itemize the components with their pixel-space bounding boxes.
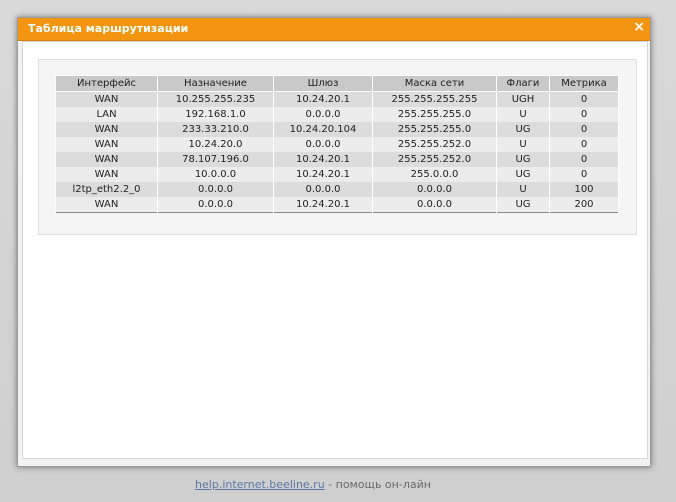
cell-metric: 0 [549, 167, 619, 182]
cell-netmask: 255.0.0.0 [372, 167, 497, 182]
cell-interface: l2tp_eth2.2_0 [55, 182, 158, 197]
cell-destination: 10.0.0.0 [157, 167, 274, 182]
cell-gateway: 0.0.0.0 [273, 182, 373, 197]
cell-flags: UG [496, 197, 550, 213]
cell-gateway: 10.24.20.1 [273, 91, 373, 107]
table-row: WAN 233.33.210.0 10.24.20.104 255.255.25… [55, 122, 619, 137]
column-header-gateway: Шлюз [273, 75, 373, 92]
routes-panel: Интерфейс Назначение Шлюз Маска сети Фла… [38, 59, 637, 235]
cell-interface: WAN [55, 197, 158, 213]
cell-netmask: 0.0.0.0 [372, 197, 497, 213]
column-header-destination: Назначение [157, 75, 274, 92]
cell-destination: 10.255.255.235 [157, 91, 274, 107]
table-row: WAN 10.255.255.235 10.24.20.1 255.255.25… [55, 91, 619, 107]
footer: help.internet.beeline.ru - помощь он-лай… [0, 478, 676, 491]
column-header-interface: Интерфейс [55, 75, 158, 92]
column-header-flags: Флаги [496, 75, 550, 92]
cell-metric: 0 [549, 107, 619, 122]
cell-netmask: 255.255.255.255 [372, 91, 497, 107]
cell-metric: 0 [549, 122, 619, 137]
cell-flags: U [496, 182, 550, 197]
cell-interface: WAN [55, 167, 158, 182]
cell-netmask: 0.0.0.0 [372, 182, 497, 197]
cell-flags: U [496, 107, 550, 122]
cell-interface: LAN [55, 107, 158, 122]
cell-flags: U [496, 137, 550, 152]
cell-destination: 10.24.20.0 [157, 137, 274, 152]
cell-destination: 78.107.196.0 [157, 152, 274, 167]
cell-flags: UG [496, 167, 550, 182]
cell-flags: UG [496, 122, 550, 137]
cell-metric: 0 [549, 137, 619, 152]
table-row: WAN 10.0.0.0 10.24.20.1 255.0.0.0 UG 0 [55, 167, 619, 182]
cell-destination: 0.0.0.0 [157, 182, 274, 197]
cell-flags: UG [496, 152, 550, 167]
cell-destination: 192.168.1.0 [157, 107, 274, 122]
table-row: l2tp_eth2.2_0 0.0.0.0 0.0.0.0 0.0.0.0 U … [55, 182, 619, 197]
routing-table-dialog: Таблица маршрутизации × Интерфейс Назнач… [17, 17, 651, 467]
cell-gateway: 10.24.20.104 [273, 122, 373, 137]
cell-metric: 100 [549, 182, 619, 197]
cell-metric: 0 [549, 152, 619, 167]
dialog-titlebar[interactable]: Таблица маршрутизации × [18, 18, 650, 41]
cell-gateway: 0.0.0.0 [273, 137, 373, 152]
help-link[interactable]: help.internet.beeline.ru [195, 478, 325, 491]
cell-netmask: 255.255.255.0 [372, 107, 497, 122]
cell-interface: WAN [55, 152, 158, 167]
cell-netmask: 255.255.252.0 [372, 152, 497, 167]
table-row: WAN 0.0.0.0 10.24.20.1 0.0.0.0 UG 200 [55, 197, 619, 213]
close-icon[interactable]: × [633, 19, 645, 35]
table-header-row: Интерфейс Назначение Шлюз Маска сети Фла… [55, 75, 619, 92]
routing-table: Интерфейс Назначение Шлюз Маска сети Фла… [55, 75, 619, 213]
column-header-netmask: Маска сети [372, 75, 497, 92]
cell-netmask: 255.255.255.0 [372, 122, 497, 137]
cell-gateway: 10.24.20.1 [273, 152, 373, 167]
cell-interface: WAN [55, 91, 158, 107]
cell-destination: 233.33.210.0 [157, 122, 274, 137]
column-header-metric: Метрика [549, 75, 619, 92]
dialog-content: Интерфейс Назначение Шлюз Маска сети Фла… [22, 41, 648, 459]
table-row: WAN 10.24.20.0 0.0.0.0 255.255.252.0 U 0 [55, 137, 619, 152]
cell-gateway: 0.0.0.0 [273, 107, 373, 122]
cell-flags: UGH [496, 91, 550, 107]
table-row: WAN 78.107.196.0 10.24.20.1 255.255.252.… [55, 152, 619, 167]
cell-metric: 0 [549, 91, 619, 107]
cell-interface: WAN [55, 137, 158, 152]
cell-destination: 0.0.0.0 [157, 197, 274, 213]
footer-text: - помощь он-лайн [324, 478, 431, 491]
cell-gateway: 10.24.20.1 [273, 197, 373, 213]
dialog-title: Таблица маршрутизации [28, 22, 189, 35]
cell-netmask: 255.255.252.0 [372, 137, 497, 152]
table-row: LAN 192.168.1.0 0.0.0.0 255.255.255.0 U … [55, 107, 619, 122]
cell-gateway: 10.24.20.1 [273, 167, 373, 182]
cell-interface: WAN [55, 122, 158, 137]
cell-metric: 200 [549, 197, 619, 213]
